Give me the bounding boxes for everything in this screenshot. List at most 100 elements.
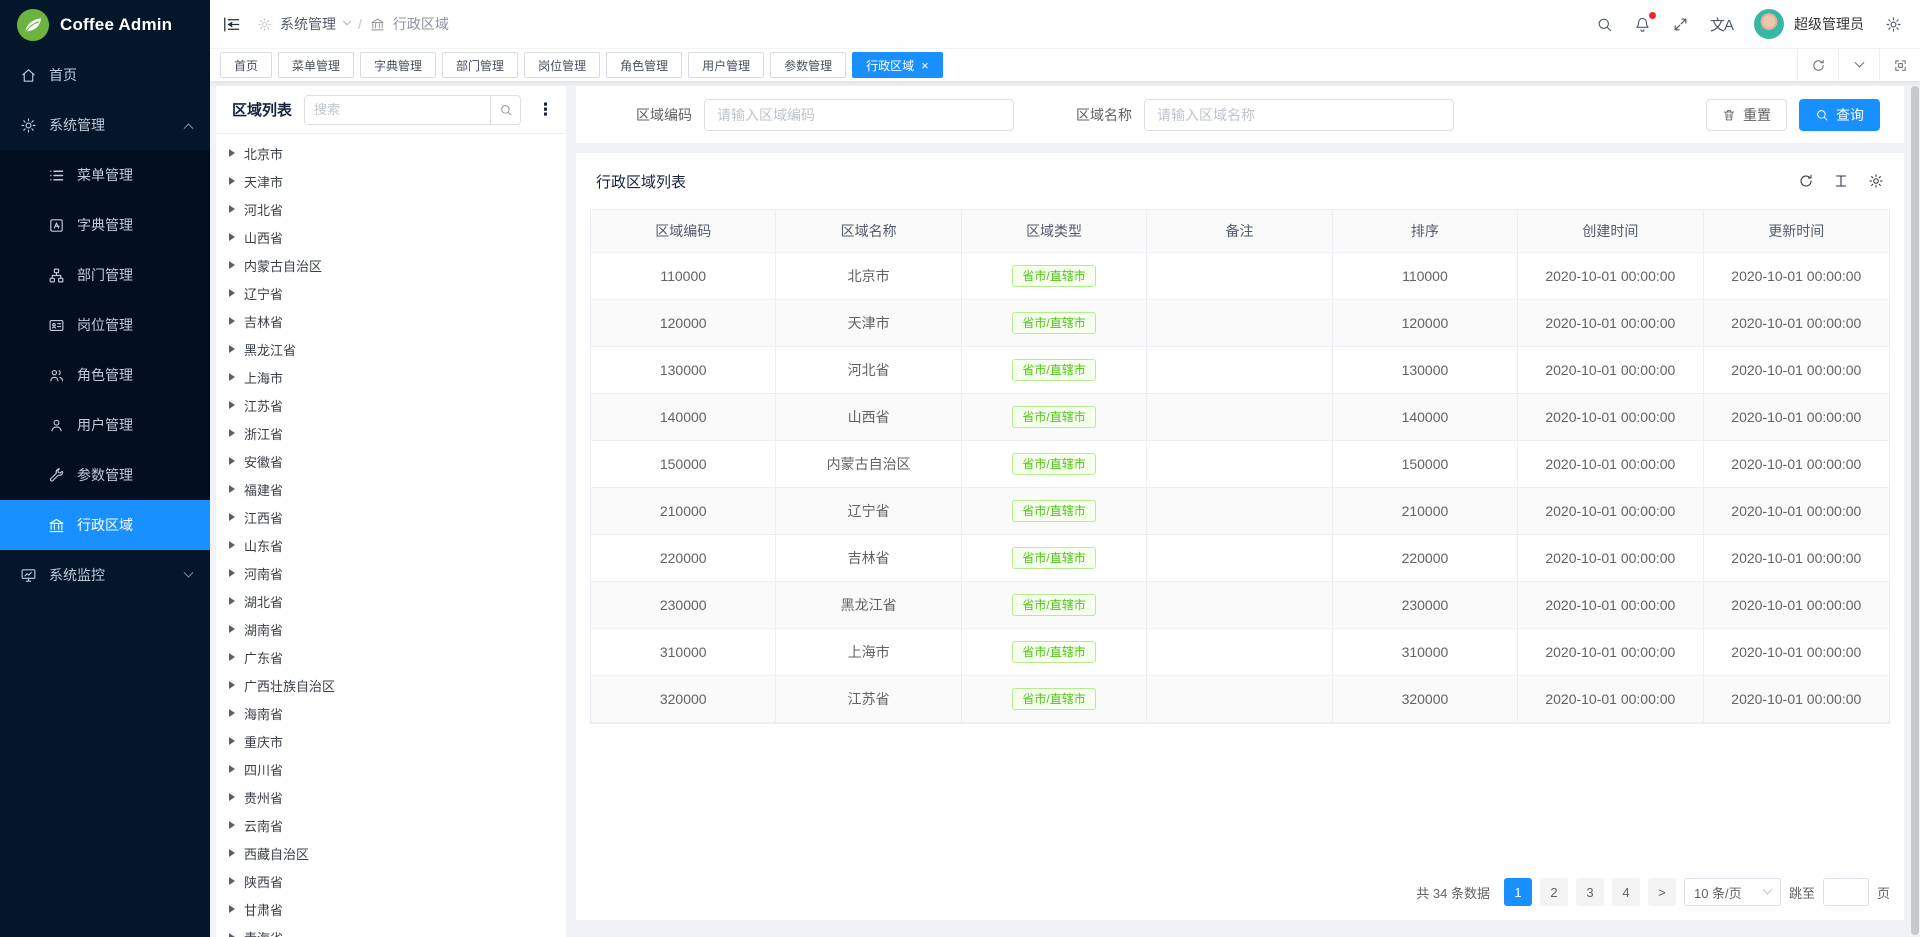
table-row[interactable]: 310000上海市省市/直辖市3100002020-10-01 00:00:00…: [591, 629, 1889, 676]
tree-item[interactable]: 江苏省: [216, 391, 566, 419]
code-input[interactable]: [704, 99, 1014, 131]
caret-right-icon[interactable]: [229, 345, 235, 353]
caret-right-icon[interactable]: [229, 177, 235, 185]
table-row[interactable]: 140000山西省省市/直辖市1400002020-10-01 00:00:00…: [591, 394, 1889, 441]
caret-right-icon[interactable]: [229, 317, 235, 325]
tree-item[interactable]: 山西省: [216, 223, 566, 251]
tree-item[interactable]: 青海省: [216, 923, 566, 937]
tab-item[interactable]: 菜单管理: [278, 52, 354, 78]
table-row[interactable]: 220000吉林省省市/直辖市2200002020-10-01 00:00:00…: [591, 535, 1889, 582]
next-page-button[interactable]: >: [1648, 878, 1676, 906]
sidebar-item-post[interactable]: 岗位管理: [0, 300, 210, 350]
query-button[interactable]: 查询: [1799, 99, 1880, 131]
reset-button[interactable]: 重置: [1706, 99, 1787, 131]
caret-right-icon[interactable]: [229, 205, 235, 213]
search-icon[interactable]: [1596, 16, 1613, 33]
tree-item[interactable]: 广东省: [216, 643, 566, 671]
caret-right-icon[interactable]: [229, 513, 235, 521]
page-button-4[interactable]: 4: [1612, 878, 1640, 906]
caret-right-icon[interactable]: [229, 821, 235, 829]
tree-item[interactable]: 贵州省: [216, 783, 566, 811]
caret-right-icon[interactable]: [229, 373, 235, 381]
tab-item[interactable]: 行政区域×: [852, 52, 943, 78]
table-row[interactable]: 210000辽宁省省市/直辖市2100002020-10-01 00:00:00…: [591, 488, 1889, 535]
user-menu[interactable]: 超级管理员: [1754, 9, 1864, 39]
page-button-2[interactable]: 2: [1540, 878, 1568, 906]
caret-right-icon[interactable]: [229, 849, 235, 857]
tab-item[interactable]: 首页: [220, 52, 272, 78]
caret-right-icon[interactable]: [229, 737, 235, 745]
tree-item[interactable]: 重庆市: [216, 727, 566, 755]
settings-gear-icon[interactable]: [1885, 16, 1902, 33]
tree-item[interactable]: 黑龙江省: [216, 335, 566, 363]
maximize-icon[interactable]: [1879, 49, 1920, 82]
caret-right-icon[interactable]: [229, 681, 235, 689]
table-row[interactable]: 110000北京市省市/直辖市1100002020-10-01 00:00:00…: [591, 253, 1889, 300]
jump-page-input[interactable]: [1823, 878, 1869, 906]
tree-item[interactable]: 四川省: [216, 755, 566, 783]
caret-right-icon[interactable]: [229, 261, 235, 269]
tree-item[interactable]: 甘肃省: [216, 895, 566, 923]
column-settings-gear-icon[interactable]: [1868, 173, 1884, 189]
more-options-icon[interactable]: ⋮: [533, 101, 558, 118]
translate-icon[interactable]: 文A: [1710, 14, 1733, 35]
tree-item[interactable]: 福建省: [216, 475, 566, 503]
caret-right-icon[interactable]: [229, 541, 235, 549]
tree-item[interactable]: 山东省: [216, 531, 566, 559]
sidebar-item-wrench[interactable]: 参数管理: [0, 450, 210, 500]
refresh-icon[interactable]: [1798, 173, 1814, 189]
tree-item[interactable]: 湖北省: [216, 587, 566, 615]
tab-item[interactable]: 角色管理: [606, 52, 682, 78]
search-icon[interactable]: [490, 96, 520, 124]
caret-right-icon[interactable]: [229, 877, 235, 885]
page-button-3[interactable]: 3: [1576, 878, 1604, 906]
logo[interactable]: Coffee Admin: [0, 0, 210, 50]
page-size-select[interactable]: 10 条/页: [1684, 878, 1781, 906]
breadcrumb-parent[interactable]: 系统管理: [280, 14, 336, 34]
menu-fold-icon[interactable]: [222, 15, 241, 34]
tree-item[interactable]: 安徽省: [216, 447, 566, 475]
chevron-down-icon[interactable]: [1838, 49, 1879, 82]
sidebar-item-home[interactable]: 首页: [0, 50, 210, 100]
sidebar-item-system[interactable]: 系统管理: [0, 100, 210, 150]
tree-item[interactable]: 江西省: [216, 503, 566, 531]
caret-right-icon[interactable]: [229, 457, 235, 465]
caret-right-icon[interactable]: [229, 765, 235, 773]
caret-right-icon[interactable]: [229, 625, 235, 633]
caret-right-icon[interactable]: [229, 709, 235, 717]
close-icon[interactable]: ×: [921, 59, 929, 72]
sidebar-item-menu-list[interactable]: 菜单管理: [0, 150, 210, 200]
caret-right-icon[interactable]: [229, 933, 235, 937]
bell-icon[interactable]: [1634, 16, 1651, 33]
tab-item[interactable]: 部门管理: [442, 52, 518, 78]
tree-item[interactable]: 内蒙古自治区: [216, 251, 566, 279]
table-row[interactable]: 230000黑龙江省省市/直辖市2300002020-10-01 00:00:0…: [591, 582, 1889, 629]
tab-item[interactable]: 字典管理: [360, 52, 436, 78]
table-row[interactable]: 120000天津市省市/直辖市1200002020-10-01 00:00:00…: [591, 300, 1889, 347]
caret-right-icon[interactable]: [229, 597, 235, 605]
table-row[interactable]: 320000江苏省省市/直辖市3200002020-10-01 00:00:00…: [591, 676, 1889, 723]
name-input[interactable]: [1144, 99, 1454, 131]
sidebar-item-dictionary[interactable]: 字典管理: [0, 200, 210, 250]
tree-item[interactable]: 北京市: [216, 139, 566, 167]
caret-right-icon[interactable]: [229, 149, 235, 157]
tree-item[interactable]: 吉林省: [216, 307, 566, 335]
sidebar-item-department[interactable]: 部门管理: [0, 250, 210, 300]
refresh-icon[interactable]: [1797, 49, 1838, 82]
tab-item[interactable]: 岗位管理: [524, 52, 600, 78]
sidebar-item-role[interactable]: 角色管理: [0, 350, 210, 400]
tree-item[interactable]: 西藏自治区: [216, 839, 566, 867]
tree-item[interactable]: 河北省: [216, 195, 566, 223]
vertical-scrollbar[interactable]: [1910, 84, 1920, 937]
tree-item[interactable]: 天津市: [216, 167, 566, 195]
table-row[interactable]: 130000河北省省市/直辖市1300002020-10-01 00:00:00…: [591, 347, 1889, 394]
caret-right-icon[interactable]: [229, 289, 235, 297]
caret-right-icon[interactable]: [229, 401, 235, 409]
caret-right-icon[interactable]: [229, 233, 235, 241]
scrollbar-thumb[interactable]: [1911, 86, 1919, 935]
caret-right-icon[interactable]: [229, 653, 235, 661]
tree-item[interactable]: 上海市: [216, 363, 566, 391]
tree-item[interactable]: 河南省: [216, 559, 566, 587]
sidebar-item-user[interactable]: 用户管理: [0, 400, 210, 450]
caret-right-icon[interactable]: [229, 793, 235, 801]
